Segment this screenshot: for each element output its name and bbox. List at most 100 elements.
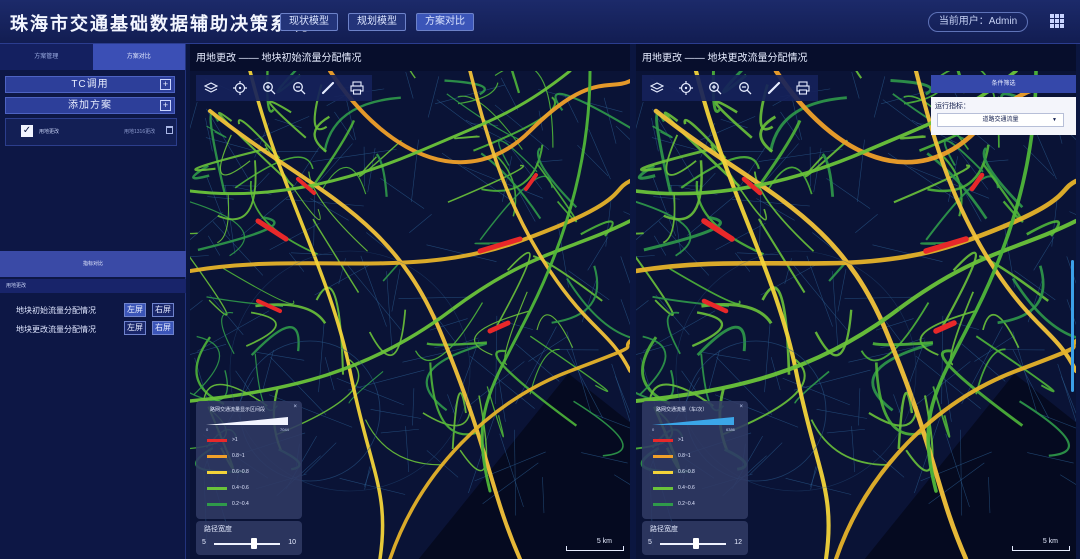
legend-swatch: [207, 471, 227, 474]
path-width-slider-thumb[interactable]: [693, 538, 700, 549]
chevron-down-icon: ▼: [1052, 117, 1057, 123]
legend-label: >1: [678, 437, 684, 443]
path-width-max: 12: [734, 539, 742, 546]
legend-swatch: [653, 487, 673, 490]
legend-item: >1: [204, 437, 294, 445]
compare-subheader: 用地更改: [0, 279, 186, 293]
tc-call-label: TC调用: [71, 79, 109, 90]
zoom-out-icon[interactable]: [291, 81, 306, 96]
legend-label: 0.2~0.4: [678, 501, 695, 507]
right-screen-button[interactable]: 右屏: [152, 321, 174, 335]
legend-swatch: [653, 471, 673, 474]
map-toolbar: [642, 75, 818, 101]
legend-title: 路网交通流量显示区间段: [210, 407, 266, 413]
scheme-list-item[interactable]: ✓ 用地更改 用地1316更改: [5, 118, 177, 146]
measure-icon[interactable]: [320, 81, 335, 96]
layers-icon[interactable]: [203, 81, 218, 96]
close-icon[interactable]: ×: [739, 404, 743, 410]
legend-item: 0.6~0.8: [204, 469, 294, 477]
legend-label: 0.2~0.4: [232, 501, 249, 507]
legend-label: 0.8~1: [678, 453, 691, 459]
print-icon[interactable]: [350, 81, 365, 96]
left-screen-button[interactable]: 左屏: [124, 321, 146, 335]
legend-swatch: [207, 487, 227, 490]
legend-item: 0.4~0.6: [650, 485, 740, 493]
legend-swatch: [207, 503, 227, 506]
legend-item: 0.2~0.4: [650, 501, 740, 509]
nav-plan-model[interactable]: 规划模型: [348, 13, 406, 31]
path-width-max: 10: [288, 539, 296, 546]
plus-icon[interactable]: +: [160, 79, 171, 90]
tab-scheme-manage[interactable]: 方案管理: [0, 44, 93, 70]
right-screen-button[interactable]: 右屏: [152, 303, 174, 317]
zoom-out-icon[interactable]: [737, 81, 752, 96]
legend-item: 0.8~1: [650, 453, 740, 461]
legend-max: 6386: [726, 427, 735, 432]
left-map-panel: 用地更改 —— 地块初始流量分配情况 路网交通流量显示区间段 × 0 7044 …: [190, 44, 630, 559]
path-width-control: 路径宽度 5 12: [642, 521, 748, 555]
print-icon[interactable]: [796, 81, 811, 96]
path-width-slider-track[interactable]: [214, 543, 280, 545]
row-changed-flow-label: 地块更改流量分配情况: [16, 325, 96, 334]
path-width-title: 路径宽度: [204, 526, 232, 533]
scheme-checkbox[interactable]: ✓: [21, 125, 33, 137]
measure-icon[interactable]: [766, 81, 781, 96]
app-grid-icon[interactable]: [1050, 14, 1064, 28]
path-width-control: 路径宽度 5 10: [196, 521, 302, 555]
path-width-min: 5: [648, 539, 652, 546]
nav-current-model[interactable]: 现状模型: [280, 13, 338, 31]
map-toolbar: [196, 75, 372, 101]
legend-swatch: [653, 455, 673, 458]
plus-icon[interactable]: +: [160, 100, 171, 111]
legend-label: 0.6~0.8: [232, 469, 249, 475]
legend-gradient-wedge: [206, 417, 288, 425]
sidebar: 方案管理 方案对比 TC调用 + 添加方案 + ✓ 用地更改 用地1316更改 …: [0, 44, 186, 559]
legend-min: 0: [652, 427, 655, 432]
legend-label: 0.4~0.6: [232, 485, 249, 491]
legend-swatch: [207, 455, 227, 458]
trash-icon[interactable]: [166, 126, 173, 134]
close-icon[interactable]: ×: [293, 404, 297, 410]
condition-filter-header[interactable]: 条件筛选: [931, 75, 1076, 93]
add-scheme-label: 添加方案: [68, 100, 112, 111]
legend-item: 0.6~0.8: [650, 469, 740, 477]
scheme-meta: 用地1316更改: [124, 129, 156, 135]
legend-gradient-wedge: [652, 417, 734, 425]
flow-legend: 路网交通流量显示区间段 × 0 7044 >1 0.8~1 0.6~0.8 0.4~0…: [196, 401, 302, 519]
left-panel-title: 用地更改 —— 地块初始流量分配情况: [196, 53, 362, 64]
layers-icon[interactable]: [649, 81, 664, 96]
nav-scheme-compare[interactable]: 方案对比: [416, 13, 474, 31]
add-scheme-button[interactable]: 添加方案 +: [5, 97, 175, 114]
legend-item: >1: [650, 437, 740, 445]
tab-scheme-compare[interactable]: 方案对比: [92, 44, 185, 70]
locate-icon[interactable]: [232, 81, 247, 96]
legend-item: 0.4~0.6: [204, 485, 294, 493]
legend-min: 0: [206, 427, 209, 432]
legend-item: 0.8~1: [204, 453, 294, 461]
current-user[interactable]: 当前用户：Admin: [928, 12, 1028, 32]
app-header: 珠海市交通基础数据辅助决策系统 现状模型 规划模型 方案对比 当前用户：Admi…: [0, 0, 1080, 44]
tc-call-button[interactable]: TC调用 +: [5, 76, 175, 93]
legend-label: 0.8~1: [232, 453, 245, 459]
flow-legend: 路网交通流量（车/次） × 0 6386 >1 0.8~1 0.6~0.8 0.4~0…: [642, 401, 748, 519]
legend-max: 7044: [280, 427, 289, 432]
path-width-slider-thumb[interactable]: [250, 538, 257, 549]
locate-icon[interactable]: [678, 81, 693, 96]
path-width-min: 5: [202, 539, 206, 546]
condition-filter-panel: 运行指标： 道路交通流量 ▼: [931, 97, 1076, 135]
legend-item: 0.2~0.4: [204, 501, 294, 509]
zoom-in-icon[interactable]: [708, 81, 723, 96]
right-panel-title: 用地更改 —— 地块更改流量分配情况: [642, 53, 808, 64]
app-title: 珠海市交通基础数据辅助决策系统: [10, 14, 310, 34]
scale-text: 5 km: [1042, 538, 1058, 545]
indicator-select-value: 道路交通流量: [982, 117, 1019, 123]
vertical-scrollbar[interactable]: [1071, 260, 1074, 392]
legend-label: >1: [232, 437, 238, 443]
indicator-select[interactable]: 道路交通流量 ▼: [937, 113, 1064, 127]
path-width-title: 路径宽度: [650, 526, 678, 533]
row-initial-flow-label: 地块初始流量分配情况: [16, 306, 96, 315]
zoom-in-icon[interactable]: [262, 81, 277, 96]
left-screen-button[interactable]: 左屏: [124, 303, 146, 317]
map-scale-bar: 5 km: [566, 538, 624, 551]
scheme-name: 用地更改: [39, 129, 60, 135]
